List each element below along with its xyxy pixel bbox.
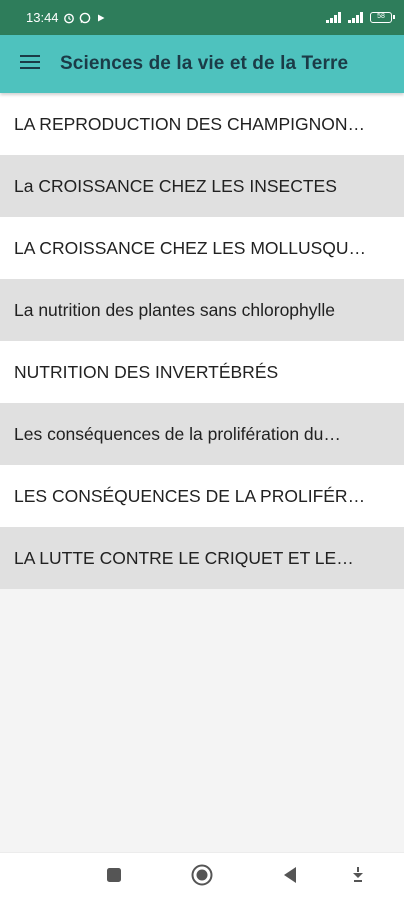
list-item-label: LA REPRODUCTION DES CHAMPIGNON… [14, 113, 366, 134]
status-right: 58 [326, 12, 395, 24]
menu-button[interactable] [0, 35, 60, 93]
notification-pull-button[interactable] [338, 853, 378, 901]
alarm-icon [63, 12, 75, 24]
app-bar: Sciences de la vie et de la Terre [0, 35, 404, 93]
list-item-label: Les conséquences de la prolifération du… [14, 423, 341, 444]
page-title: Sciences de la vie et de la Terre [60, 53, 349, 74]
list-item-label: LA LUTTE CONTRE LE CRIQUET ET LE… [14, 547, 354, 568]
home-circle-icon [191, 864, 213, 891]
list-item[interactable]: LA REPRODUCTION DES CHAMPIGNON… [0, 93, 404, 155]
status-time: 13:44 [26, 10, 59, 25]
list-item[interactable]: LA CROISSANCE CHEZ LES MOLLUSQU… [0, 217, 404, 279]
recents-square-icon [106, 867, 122, 888]
list-item[interactable]: La nutrition des plantes sans chlorophyl… [0, 279, 404, 341]
signal-icon [326, 12, 344, 24]
list-item[interactable]: NUTRITION DES INVERTÉBRÉS [0, 341, 404, 403]
recents-button[interactable] [94, 853, 134, 901]
list-item-label: LA CROISSANCE CHEZ LES MOLLUSQU… [14, 237, 367, 258]
back-triangle-icon [282, 866, 298, 889]
home-button[interactable] [182, 853, 222, 901]
list-item-label: NUTRITION DES INVERTÉBRÉS [14, 361, 279, 382]
list-item[interactable]: La CROISSANCE CHEZ LES INSECTES [0, 155, 404, 217]
system-nav-bar [0, 852, 404, 901]
notification-pull-icon [351, 866, 365, 889]
list-item-label: LES CONSÉQUENCES DE LA PROLIFÉR… [14, 485, 366, 506]
signal-icon-2 [348, 12, 366, 24]
list-item[interactable]: LA LUTTE CONTRE LE CRIQUET ET LE… [0, 527, 404, 589]
play-icon [95, 12, 107, 24]
status-bar: 13:44 58 [0, 0, 404, 35]
status-left: 13:44 [26, 10, 107, 25]
back-button[interactable] [270, 853, 310, 901]
list-item-label: La CROISSANCE CHEZ LES INSECTES [14, 175, 337, 196]
list-item[interactable]: LES CONSÉQUENCES DE LA PROLIFÉR… [0, 465, 404, 527]
chapter-list: LA REPRODUCTION DES CHAMPIGNON… La CROIS… [0, 93, 404, 589]
whatsapp-icon [79, 12, 91, 24]
list-item[interactable]: Les conséquences de la prolifération du… [0, 403, 404, 465]
hamburger-menu-icon [20, 54, 40, 75]
list-item-label: La nutrition des plantes sans chlorophyl… [14, 299, 336, 320]
battery-icon: 58 [370, 12, 395, 23]
